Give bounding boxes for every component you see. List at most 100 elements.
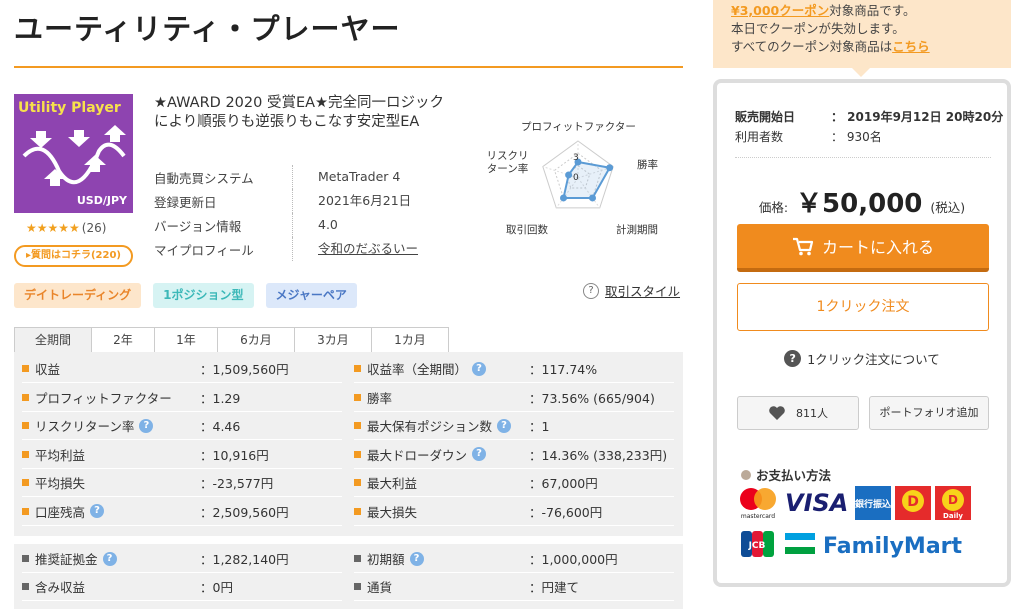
bullet-icon	[22, 422, 29, 429]
familymart-text: FamilyMart	[823, 534, 963, 559]
stat-label-text: 口座残高	[35, 504, 86, 520]
bullet-icon	[354, 393, 361, 401]
coupon-line1: 対象商品です。	[829, 3, 916, 18]
tab-1y[interactable]: 1年	[154, 327, 218, 352]
help-icon[interactable]: ?	[409, 551, 424, 566]
help-icon[interactable]: ?	[472, 361, 487, 376]
meta-label: 登録更新日	[154, 194, 217, 210]
meta-value: 2021年6月21日	[292, 189, 411, 213]
stat-label-text: 推奨証拠金	[35, 552, 98, 567]
stat-value: ：1.29	[200, 390, 241, 406]
stats-panel: 収益 ：1,509,560円 プロフィットファクター ：1.29 リスクリターン率? ：4…	[14, 352, 683, 536]
tag-one-position[interactable]: 1ポジション型	[153, 283, 254, 308]
stat-label-text: 最大損失	[367, 504, 418, 520]
bullet-icon	[22, 450, 29, 458]
svg-text:D: D	[948, 493, 958, 507]
product-image[interactable]: Utility Player USD/JPY	[14, 94, 133, 213]
bullet-icon	[354, 450, 361, 458]
help-icon: ?	[784, 350, 802, 367]
jcb-icon: JCB	[741, 531, 774, 557]
stat-row: 平均損失 ：-23,577円	[22, 469, 342, 497]
stat-label: 平均利益	[22, 445, 85, 464]
meta-value: 4.0	[292, 213, 338, 237]
rating-stars: ★★★★★	[26, 221, 80, 235]
add-portfolio-button[interactable]: ポートフォリオ追加	[869, 396, 989, 430]
add-to-cart-button[interactable]: カートに入れる	[737, 224, 989, 272]
radar-point-trades	[560, 194, 568, 202]
tab-6m[interactable]: 6カ月	[217, 327, 295, 352]
help-icon[interactable]: ?	[139, 418, 154, 433]
radar-data-polygon	[562, 160, 612, 199]
trade-style-link[interactable]: ? 取引スタイル	[583, 281, 680, 300]
cart-icon	[792, 237, 814, 256]
stat-row: 勝率 ：73.56% (665/904)	[354, 384, 674, 412]
stat-label-text: 平均利益	[35, 447, 86, 463]
help-icon[interactable]: ?	[90, 504, 105, 518]
stat-label-text: 最大保有ポジション数	[367, 419, 493, 434]
stat-label: 通貨	[354, 577, 392, 596]
coupon-line3: すべてのクーポン対象商品は	[731, 39, 893, 54]
tab-3m[interactable]: 3カ月	[294, 327, 372, 352]
meta-value: MetaTrader 4	[292, 165, 400, 189]
stat-label-text: 最大利益	[367, 476, 418, 491]
stat-row: 最大損失 ：-76,600円	[354, 498, 674, 526]
radar-scale-min: 0	[573, 173, 579, 183]
users-value: ： 930名	[831, 130, 882, 144]
radar-svg: 3 0	[542, 140, 614, 209]
tab-all[interactable]: 全期間	[14, 327, 92, 352]
bullet-icon	[354, 583, 361, 590]
favorite-count: 811人	[796, 407, 828, 420]
tab-2y[interactable]: 2年	[91, 327, 155, 352]
tag-daytrading[interactable]: デイトレーディング	[14, 283, 142, 308]
bullet-icon	[22, 393, 29, 401]
stat-label-text: 収益	[35, 362, 61, 377]
favorite-button[interactable]: 811人	[737, 396, 859, 430]
stat-row: プロフィットファクター ：1.29	[22, 384, 342, 412]
meta-label: マイプロフィール	[154, 242, 254, 258]
stat-row: 初期額? ：1,000,000円	[354, 545, 674, 573]
stat-label: リスクリターン率?	[22, 416, 154, 435]
stat-row: 平均利益 ：10,916円	[22, 441, 342, 469]
bank-transfer-icon: 銀行振込	[855, 486, 891, 520]
bullet-icon	[22, 583, 29, 590]
bullet-icon	[354, 365, 361, 372]
one-click-order-button[interactable]: 1クリック注文	[737, 283, 989, 331]
profile-link[interactable]: 令和のだぶるいー	[318, 241, 418, 256]
heart-icon	[769, 406, 785, 420]
stat-label: 口座残高?	[22, 502, 105, 521]
stat-label: 推奨証拠金?	[22, 549, 117, 568]
stat-label-text: 含み収益	[35, 580, 86, 595]
tab-1m[interactable]: 1カ月	[371, 327, 449, 352]
questions-button[interactable]: ▸質問はコチラ(220)	[14, 245, 133, 267]
convenience-store-icon: D	[895, 486, 931, 520]
stat-label-text: 最大ドローダウン	[367, 447, 468, 463]
stat-label-text: 初期額	[367, 552, 405, 567]
radar-chart: プロフィットファクター 勝率 計測期間 取引回数 リスクリターン率 3 0	[487, 115, 670, 240]
stat-value: ：-23,577円	[200, 476, 274, 491]
help-icon[interactable]: ?	[472, 447, 487, 461]
stat-value: ：2,509,560円	[200, 504, 289, 520]
payment-title-label: お支払い方法	[756, 468, 832, 483]
payment-methods-title: お支払い方法	[741, 465, 831, 484]
tag-major-pair[interactable]: メジャーペア	[265, 283, 357, 308]
daily-icon: D Daily	[935, 486, 971, 520]
stat-row: 最大ドローダウン? ：14.36% (338,233円)	[354, 441, 674, 469]
help-icon[interactable]: ?	[102, 551, 117, 566]
stat-label: 最大損失	[354, 502, 417, 521]
radar-point-risk-return	[565, 171, 573, 179]
payment-logos: mastercard VISA 銀行振込 D D Daily JCB Famil…	[740, 486, 971, 559]
stat-row: 収益 ：1,509,560円	[22, 355, 342, 383]
help-icon[interactable]: ?	[497, 418, 512, 433]
stat-value: ：67,000円	[529, 476, 598, 491]
one-click-about-link[interactable]: ? 1クリック注文について	[717, 349, 1007, 368]
trade-style-label: 取引スタイル	[605, 284, 681, 299]
coupon-all-link[interactable]: こちら	[892, 39, 930, 54]
product-headline: ★AWARD 2020 受賞EA★完全同一ロジックにより順張りも逆張りもこなす安…	[154, 95, 445, 130]
radar-scale-max: 3	[573, 153, 579, 163]
page-title: ユーティリティ・プレーヤー	[14, 12, 401, 46]
coupon-link[interactable]: ¥3,000クーポン	[731, 3, 829, 18]
bank-transfer-text: 銀行振込	[855, 498, 891, 510]
one-click-about-label: 1クリック注文について	[807, 352, 940, 367]
mastercard-text: mastercard	[741, 513, 775, 520]
stat-label: 平均損失	[22, 473, 85, 492]
